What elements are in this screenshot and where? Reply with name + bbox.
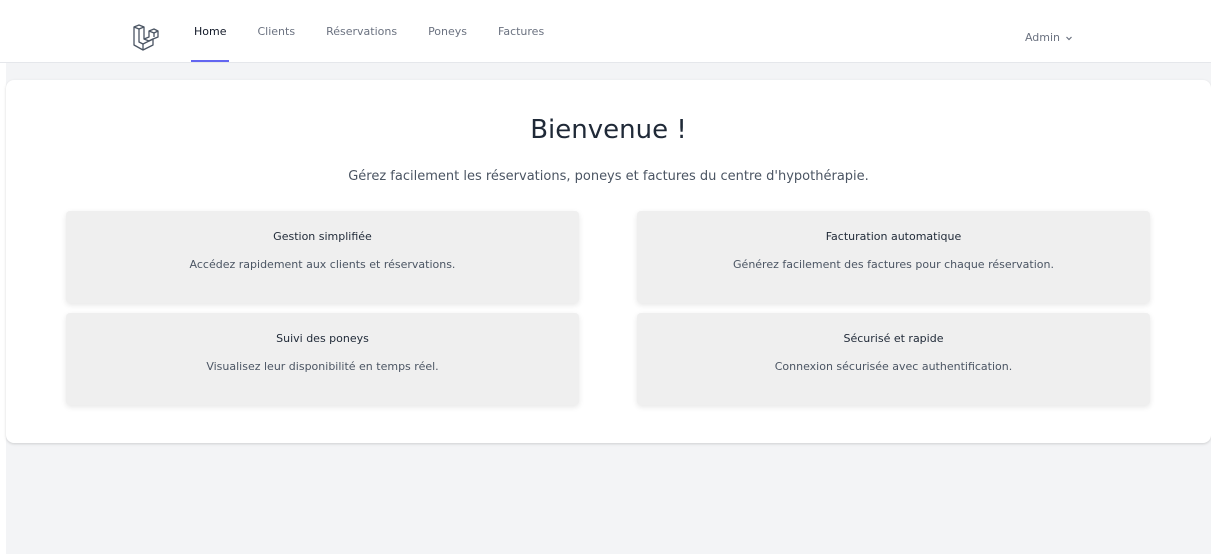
user-menu-dropdown[interactable]: Admin [1025,31,1073,44]
feature-card-securite: Sécurisé et rapide Connexion sécurisée a… [637,313,1150,405]
feature-title: Suivi des poneys [276,332,369,345]
feature-card-gestion: Gestion simplifiée Accédez rapidement au… [66,211,579,303]
feature-description: Connexion sécurisée avec authentificatio… [774,360,1013,373]
nav-link-clients[interactable]: Clients [257,0,295,62]
top-navigation: Home Clients Réservations Poneys Facture… [0,0,1211,63]
feature-description: Visualisez leur disponibilité en temps r… [206,360,439,373]
laravel-logo-icon[interactable] [133,24,159,52]
welcome-card: Bienvenue ! Gérez facilement les réserva… [6,80,1211,443]
nav-link-factures[interactable]: Factures [498,0,544,62]
nav-link-poneys[interactable]: Poneys [428,0,467,62]
feature-card-suivi: Suivi des poneys Visualisez leur disponi… [66,313,579,405]
main-nav: Home Clients Réservations Poneys Facture… [190,0,575,62]
chevron-down-icon [1066,36,1072,40]
feature-card-facturation: Facturation automatique Générez facileme… [637,211,1150,303]
nav-link-home[interactable]: Home [190,0,231,62]
user-name: Admin [1024,31,1060,44]
feature-description: Générez facilement des factures pour cha… [733,258,1054,271]
nav-link-reservations[interactable]: Réservations [326,0,397,62]
feature-title: Sécurisé et rapide [843,332,944,345]
feature-title: Gestion simplifiée [273,230,372,243]
page-title: Bienvenue ! [530,115,687,145]
feature-description: Accédez rapidement aux clients et réserv… [189,258,456,271]
feature-title: Facturation automatique [825,230,962,243]
page-subtitle: Gérez facilement les réservations, poney… [348,169,869,184]
